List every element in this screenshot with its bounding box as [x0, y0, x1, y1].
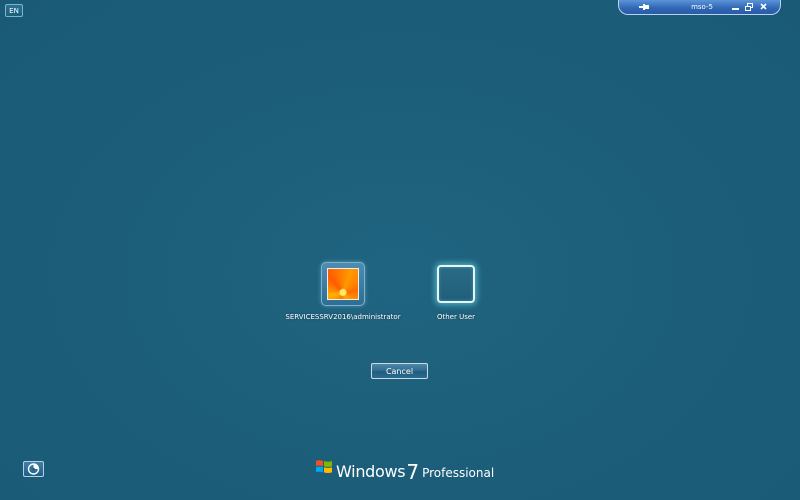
user-tile-other-user[interactable]: Other User [420, 262, 492, 321]
language-indicator[interactable]: EN [5, 4, 23, 17]
user-name-label: SERVICESSRV2016\administrator [285, 313, 401, 321]
brand-windows-text: Windows [336, 462, 406, 481]
flower-avatar-picture [327, 268, 359, 300]
ease-of-access-button[interactable] [23, 461, 44, 477]
user-name-label: Other User [436, 313, 476, 321]
rdp-connection-title: mso-5 [691, 3, 713, 11]
windows-flag-icon [315, 458, 336, 482]
minimize-icon[interactable] [731, 2, 740, 11]
user-avatar-frame[interactable] [321, 262, 365, 306]
cancel-button[interactable]: Cancel [371, 363, 428, 379]
close-icon[interactable] [759, 2, 768, 11]
brand-edition-text: Professional [422, 466, 495, 480]
windows-branding: Windows 7 Professional [315, 458, 494, 482]
restore-icon[interactable] [744, 2, 753, 11]
brand-version-text: 7 [406, 460, 420, 484]
blank-avatar-frame[interactable] [437, 265, 475, 303]
rdp-connection-bar: mso-5 [618, 0, 781, 15]
user-tile-administrator[interactable]: SERVICESSRV2016\administrator [285, 262, 401, 321]
pin-icon[interactable] [639, 2, 649, 11]
ease-of-access-icon [27, 460, 40, 479]
